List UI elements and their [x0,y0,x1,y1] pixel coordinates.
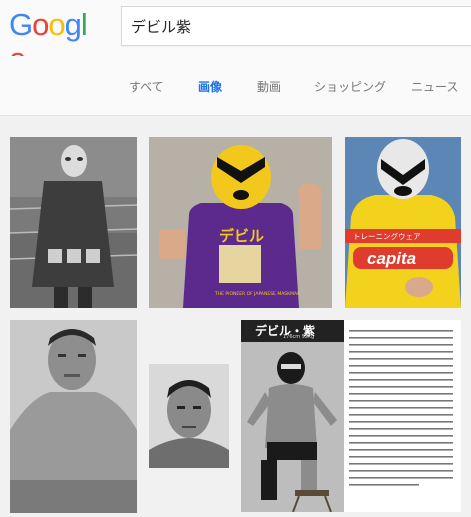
image-result-6[interactable]: デビル・紫 176cm 92kg [241,320,461,512]
shirt-text: デビル [219,227,264,245]
wrestler-portrait-image [10,320,137,513]
tab-images[interactable]: 画像 [198,78,222,95]
image-results-grid: デビル THE PIONEER OF JAPANESE MASKMAN トレーニ… [0,117,471,517]
profile-caption: デビル・紫 176cm 92kg [241,320,344,342]
logo-letter: G [9,7,33,42]
search-tabs: すべて 画像 動画 ショッピング ニュース [0,56,471,172]
masked-wrestler-image [10,137,137,308]
tab-shopping[interactable]: ショッピング [314,78,386,95]
logo-letter: g [64,7,82,42]
search-box [121,6,471,46]
logo-letter: l [80,7,88,42]
image-result-2[interactable]: デビル THE PIONEER OF JAPANESE MASKMAN [149,137,332,308]
google-logo[interactable]: Google [9,7,101,76]
search-input[interactable] [122,7,471,45]
wrestler-headshot-image [149,364,229,468]
yellow-mask-wrestler-image: デビル THE PIONEER OF JAPANESE MASKMAN [149,137,332,308]
profile-photo [241,342,344,512]
image-result-4[interactable] [10,320,137,513]
image-result-1[interactable] [10,137,137,308]
tab-all[interactable]: すべて [129,78,164,95]
shirt-sub-text: THE PIONEER OF JAPANESE MASKMAN [214,291,300,297]
shirt-brand-text: capita [367,249,416,268]
tab-news[interactable]: ニュース [411,78,458,95]
image-result-3[interactable]: トレーニングウェア capita [345,137,461,308]
profile-article-text [349,326,459,506]
image-result-5[interactable] [149,364,229,468]
logo-letter: o [48,7,65,42]
logo-letter: o [32,7,49,42]
shirt-band-text: トレーニングウェア [353,231,421,241]
header: Google [0,0,471,76]
capita-wrestler-image: トレーニングウェア capita [345,137,461,308]
profile-subtitle: 176cm 92kg [283,334,315,340]
tab-videos[interactable]: 動画 [257,78,281,95]
